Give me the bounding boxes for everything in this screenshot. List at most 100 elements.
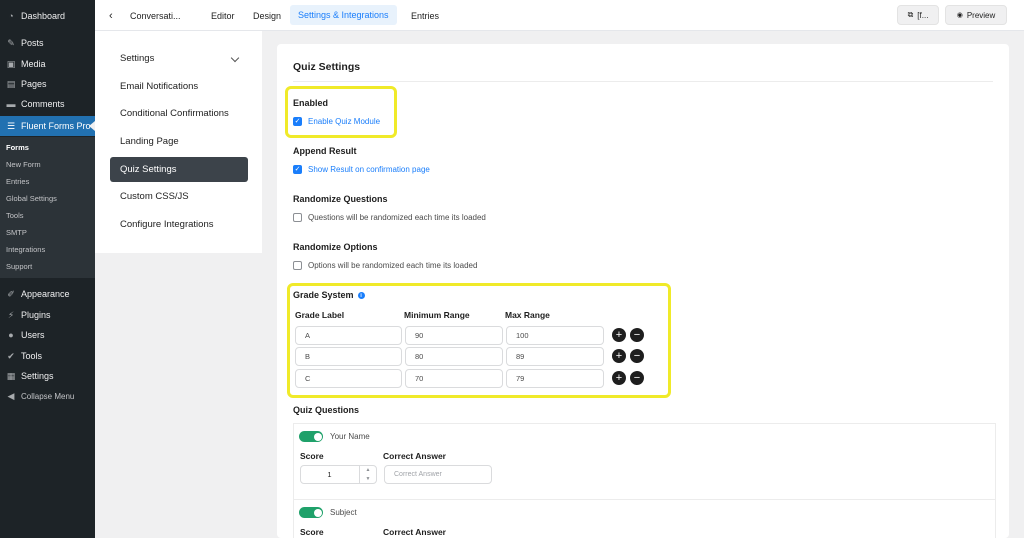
grade-label-input[interactable]: C — [295, 369, 402, 388]
plus-icon: + — [615, 329, 623, 341]
checkmark-icon: ✓ — [293, 117, 302, 126]
min-range-input[interactable]: 70 — [405, 369, 503, 388]
plus-icon: + — [615, 372, 623, 384]
back-chevron-icon[interactable]: ‹ — [109, 0, 113, 31]
sidebar-item-media[interactable]: ▣ Media — [0, 54, 95, 74]
menu-item-quiz-settings[interactable]: Quiz Settings — [110, 157, 248, 182]
shortcode-button[interactable]: ⧉ [f... — [897, 5, 939, 25]
menu-item-label: Settings — [120, 53, 155, 64]
sidebar-item-label: Settings — [21, 371, 54, 381]
submenu-support[interactable]: Support — [6, 262, 32, 271]
sidebar-item-label: Media — [21, 59, 46, 69]
show-result-checkbox[interactable]: ✓ Show Result on confirmation page — [293, 165, 430, 174]
remove-grade-button[interactable]: − — [630, 371, 644, 385]
quiz-questions-box: Your Name Score Correct Answer 1 ▲ ▼ Corr… — [293, 423, 996, 538]
menu-item-label: Conditional Confirmations — [120, 108, 229, 119]
checkmark-icon: ✓ — [293, 165, 302, 174]
enable-quiz-checkbox[interactable]: ✓ Enable Quiz Module — [293, 117, 380, 126]
sidebar-item-users[interactable]: ● Users — [0, 325, 95, 345]
info-icon[interactable]: i — [357, 292, 365, 300]
sidebar-item-pages[interactable]: ▤ Pages — [0, 74, 95, 94]
grade-label-input[interactable]: A — [295, 326, 402, 345]
shortcode-label: [f... — [917, 10, 929, 20]
score-label: Score — [300, 527, 324, 537]
remove-grade-button[interactable]: − — [630, 328, 644, 342]
sidebar-item-fluent-forms[interactable]: ☰ Fluent Forms Pro — [0, 116, 95, 136]
submenu-global-settings[interactable]: Global Settings — [6, 194, 57, 203]
grade-label-input[interactable]: B — [295, 347, 402, 366]
submenu-forms[interactable]: Forms — [6, 143, 29, 152]
correct-answer-input[interactable]: Correct Answer — [384, 465, 492, 484]
dashboard-icon: ◔ — [8, 11, 14, 21]
checkbox-label: Options will be randomized each time its… — [308, 261, 478, 270]
submenu-tools[interactable]: Tools — [6, 211, 24, 220]
sidebar-item-plugins[interactable]: ⚡ Plugins — [0, 305, 95, 325]
question-toggle[interactable] — [299, 507, 323, 518]
remove-grade-button[interactable]: − — [630, 349, 644, 363]
max-range-input[interactable]: 79 — [506, 369, 604, 388]
min-range-input[interactable]: 90 — [405, 326, 503, 345]
submenu-integrations[interactable]: Integrations — [6, 245, 45, 254]
menu-item-email-notifications[interactable]: Email Notifications — [110, 74, 248, 99]
form-editor-topbar: ‹ Conversati... Editor Design Settings &… — [95, 0, 1024, 31]
eye-icon: ◉ — [956, 12, 963, 19]
quiz-settings-card: Quiz Settings Enabled ✓ Enable Quiz Modu… — [277, 44, 1009, 538]
sidebar-item-posts[interactable]: ✎ Posts — [0, 33, 95, 53]
submenu-smtp[interactable]: SMTP — [6, 228, 27, 237]
fluent-forms-submenu: Forms New Form Entries Global Settings T… — [0, 137, 95, 278]
plugin-icon: ⚡ — [7, 309, 15, 320]
checkbox-label: Show Result on confirmation page — [308, 165, 430, 174]
append-result-label: Append Result — [293, 146, 357, 156]
users-icon: ● — [8, 330, 14, 340]
highlight-box-enabled — [285, 86, 397, 138]
menu-item-configure-integrations[interactable]: Configure Integrations — [110, 212, 248, 237]
add-grade-button[interactable]: + — [612, 371, 626, 385]
preview-button[interactable]: ◉ Preview — [945, 5, 1007, 25]
menu-item-landing-page[interactable]: Landing Page — [110, 129, 248, 154]
sidebar-item-tools[interactable]: ✔ Tools — [0, 346, 95, 366]
tab-settings-integrations[interactable]: Settings & Integrations — [290, 5, 397, 25]
grade-system-label: Grade System i — [293, 290, 365, 300]
copy-icon: ⧉ — [907, 10, 914, 19]
max-range-input[interactable]: 89 — [506, 347, 604, 366]
add-grade-button[interactable]: + — [612, 328, 626, 342]
preview-label: Preview — [966, 10, 996, 20]
randomize-options-checkbox[interactable]: Options will be randomized each time its… — [293, 261, 477, 270]
tab-design[interactable]: Design — [253, 0, 281, 31]
grade-system-text: Grade System — [293, 290, 354, 300]
menu-item-label: Email Notifications — [120, 81, 199, 92]
menu-item-label: Landing Page — [120, 136, 179, 147]
tab-entries[interactable]: Entries — [411, 0, 439, 31]
submenu-entries[interactable]: Entries — [6, 177, 29, 186]
sidebar-item-comments[interactable]: ▬ Comments — [0, 94, 95, 114]
sidebar-item-dashboard[interactable]: ◔ Dashboard — [0, 6, 95, 26]
submenu-new-form[interactable]: New Form — [6, 160, 41, 169]
sidebar-item-label: Dashboard — [21, 11, 66, 21]
menu-item-settings[interactable]: Settings — [110, 46, 248, 71]
correct-answer-label: Correct Answer — [383, 451, 446, 461]
question-toggle[interactable] — [299, 431, 323, 442]
add-grade-button[interactable]: + — [612, 349, 626, 363]
stepper-arrows-icon[interactable]: ▲ ▼ — [359, 466, 376, 483]
chevron-down-icon — [230, 53, 240, 63]
divider — [293, 81, 993, 82]
min-range-header: Minimum Range — [404, 310, 470, 320]
collapse-menu-button[interactable]: ◀ Collapse Menu — [0, 386, 95, 406]
sidebar-item-settings[interactable]: ▦ Settings — [0, 366, 95, 386]
randomize-questions-checkbox[interactable]: Questions will be randomized each time i… — [293, 213, 486, 222]
collapse-icon: ◀ — [7, 390, 15, 401]
menu-item-custom-css-js[interactable]: Custom CSS/JS — [110, 184, 248, 209]
fluent-forms-icon: ☰ — [6, 120, 16, 131]
max-range-input[interactable]: 100 — [506, 326, 604, 345]
sidebar-item-label: Fluent Forms Pro — [21, 121, 91, 131]
checkbox-label: Enable Quiz Module — [308, 117, 381, 126]
checkbox-label: Questions will be randomized each time i… — [308, 213, 486, 222]
sidebar-item-label: Pages — [21, 79, 47, 89]
brush-icon: ✐ — [7, 288, 15, 299]
score-stepper[interactable]: 1 ▲ ▼ — [300, 465, 377, 484]
tab-editor[interactable]: Editor — [211, 0, 235, 31]
question-name: Your Name — [330, 432, 370, 441]
menu-item-conditional-confirmations[interactable]: Conditional Confirmations — [110, 101, 248, 126]
min-range-input[interactable]: 80 — [405, 347, 503, 366]
sidebar-item-appearance[interactable]: ✐ Appearance — [0, 284, 95, 304]
